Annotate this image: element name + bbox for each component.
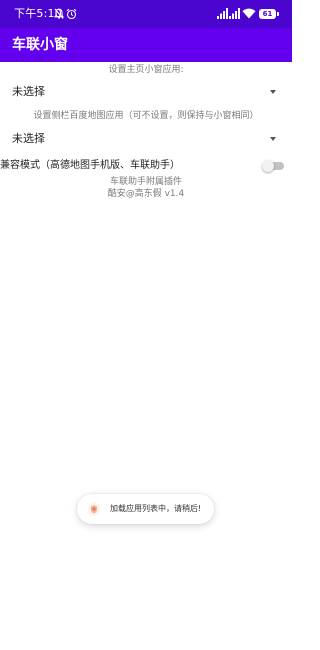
battery-level: 61 [262, 10, 273, 18]
sidebar-map-select[interactable]: 未选择 [0, 127, 292, 151]
wifi-icon [242, 8, 256, 19]
status-bar: 下午5:10 61 [0, 0, 292, 28]
compat-mode-switch[interactable] [262, 160, 284, 172]
plugin-info: 车联助手附属插件 [109, 177, 182, 187]
app-title: 车联小窗 [12, 37, 68, 53]
sidebar-map-select-value: 未选择 [12, 132, 45, 145]
app-icon [87, 502, 101, 516]
screen: 下午5:10 61 车联小窗 设置主页小窗应用: 未选择 设置侧栏百度地图应用（… [0, 0, 292, 650]
compat-mode-row: 兼容模式（高德地图手机版、车联助手） [0, 155, 292, 177]
compat-mode-label: 兼容模式（高德地图手机版、车联助手） [0, 160, 180, 171]
author-version: 酷安@高东假 v1.4 [107, 189, 185, 199]
signal-icon [229, 8, 240, 19]
alarm-icon [66, 8, 77, 20]
mute-icon [54, 8, 64, 19]
battery-icon: 61 [259, 9, 279, 19]
switch-thumb [262, 160, 274, 172]
home-window-select[interactable]: 未选择 [0, 80, 292, 104]
home-window-caption: 设置主页小窗应用: [108, 65, 184, 75]
app-bar: 车联小窗 [0, 28, 292, 62]
sidebar-map-caption: 设置侧栏百度地图应用（可不设置，则保持与小窗相同） [33, 111, 259, 121]
signal-icon [217, 8, 228, 19]
dropdown-arrow-icon [270, 90, 276, 94]
dropdown-arrow-icon [270, 137, 276, 141]
toast-message: 加载应用列表中，请稍后! [110, 504, 202, 513]
home-window-select-value: 未选择 [12, 85, 45, 98]
toast: 加载应用列表中，请稍后! [77, 494, 214, 524]
